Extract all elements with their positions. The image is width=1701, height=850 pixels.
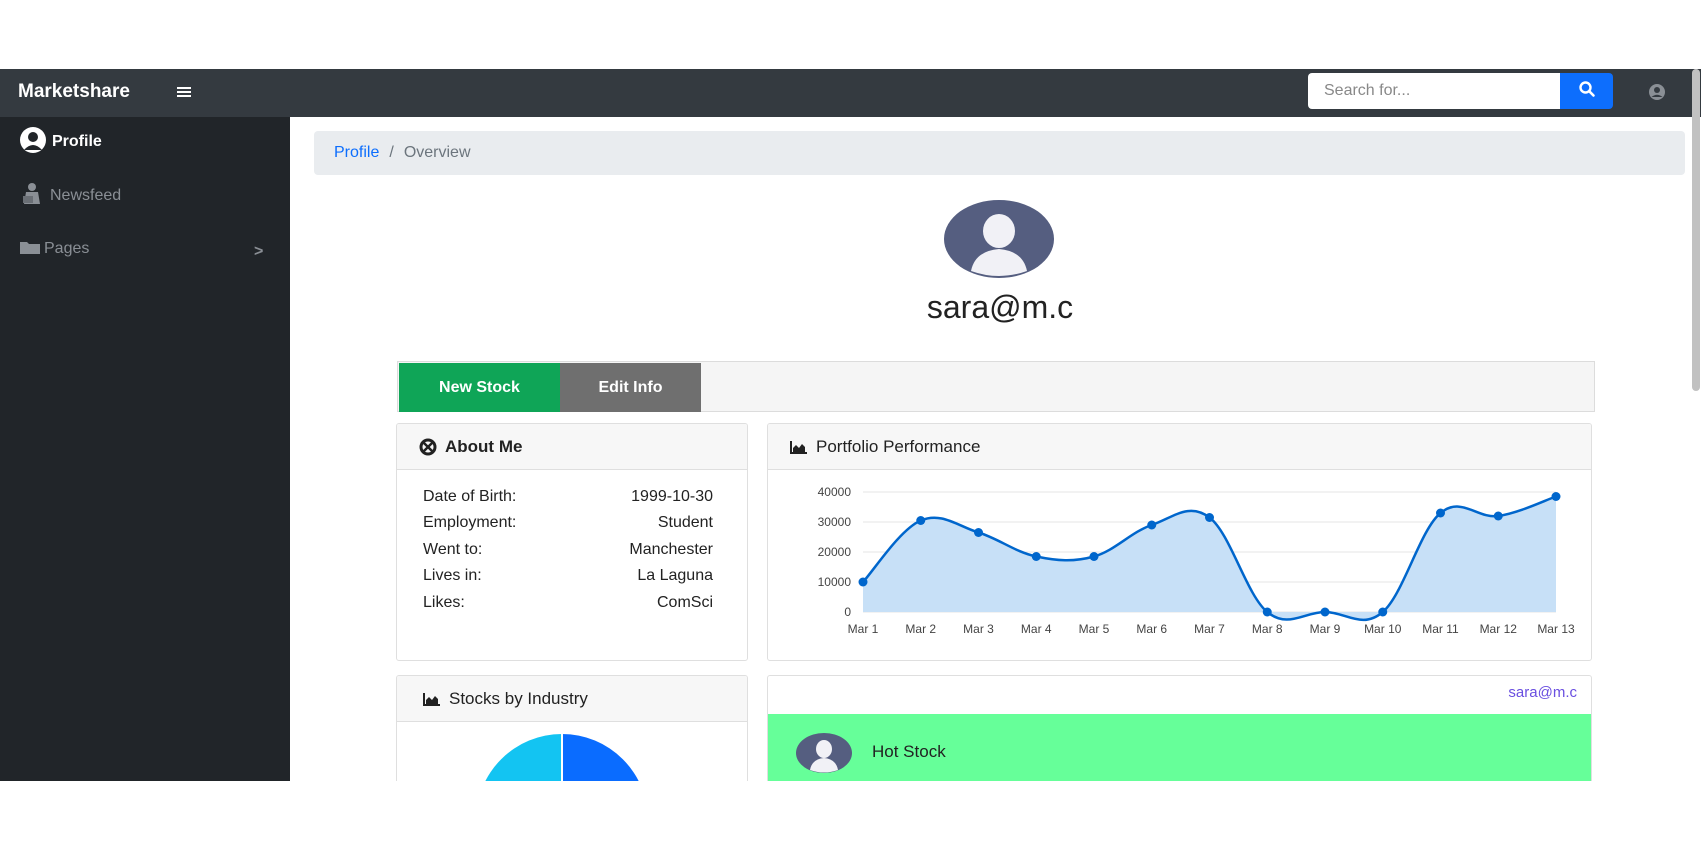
avatar [796,732,852,774]
search-button[interactable] [1560,73,1613,109]
user-account-icon[interactable] [1648,83,1666,101]
x-tick-label: Mar 3 [963,622,994,636]
hot-stock-banner: Hot Stock [768,714,1591,781]
x-tick-label: Mar 4 [1021,622,1052,636]
about-me-title: About Me [445,436,523,456]
x-tick-label: Mar 7 [1194,622,1225,636]
x-tick-label: Mar 5 [1079,622,1110,636]
about-row: Likes: ComSci [423,594,713,618]
stocks-by-industry-header: Stocks by Industry [397,676,747,722]
pie-slice [562,734,639,781]
about-row: Employment: Student [423,514,713,538]
x-tick-label: Mar 2 [905,622,936,636]
pie-slice [485,734,562,781]
profile-action-bar: New Stock Edit Info [397,361,1595,412]
user-circle-icon [18,126,52,159]
scrollbar[interactable] [1692,69,1700,391]
new-stock-button[interactable]: New Stock [399,363,560,412]
data-point [1493,511,1503,521]
x-tick-label: Mar 1 [848,622,879,636]
x-tick-label: Mar 11 [1422,622,1459,636]
industry-pie-chart [485,734,639,781]
search-icon [1578,80,1596,103]
brand-logo[interactable]: Marketshare [18,81,130,103]
y-tick-label: 20000 [818,545,852,559]
data-point [916,516,926,525]
top-navbar: Marketshare [0,69,1701,117]
about-row: Date of Birth: 1999-10-30 [423,488,713,512]
area-chart-icon [423,692,441,706]
sidebar-item-profile[interactable]: Profile [18,126,102,159]
x-tick-label: Mar 12 [1480,622,1518,636]
folder-icon [18,238,42,261]
area-chart-icon [790,440,808,454]
data-point [1551,492,1561,501]
about-value: 1999-10-30 [631,488,713,505]
data-point [974,528,983,537]
breadcrumb: Profile / Overview [314,131,1685,175]
about-value: La Laguna [637,567,713,584]
sidebar-item-newsfeed[interactable]: Newsfeed [18,181,121,211]
data-point [1205,513,1214,522]
portfolio-performance-title: Portfolio Performance [816,436,981,456]
portfolio-performance-card: Portfolio Performance 40000 30000 20000 100… [767,423,1592,661]
about-me-card: About Me Date of Birth: 1999-10-30 Emplo… [396,423,748,661]
post-author-link[interactable]: sara@m.c [1508,684,1577,701]
data-point [858,577,868,587]
data-point [1262,607,1272,617]
about-key: Date of Birth: [423,488,517,505]
about-key: Employment: [423,514,517,531]
y-tick-label: 30000 [818,515,852,529]
y-tick-label: 40000 [818,485,852,499]
profile-username: sara@m.c [926,289,1074,325]
sidebar-item-label: Newsfeed [50,187,122,204]
about-key: Lives in: [423,567,482,584]
about-value: Student [657,514,713,531]
data-point [1436,508,1445,518]
breadcrumb-current: Overview [403,144,471,161]
hot-stock-label: Hot Stock [872,742,946,761]
sidebar: Profile Newsfeed Pages > [0,117,290,781]
breadcrumb-separator: / [389,144,394,161]
x-tick-label: Mar 10 [1364,622,1402,636]
x-tick-label: Mar 6 [1136,622,1167,636]
portfolio-performance-chart: 40000 30000 20000 10000 0 Mar 1 Mar 2 Mar 3 Mar … [818,485,1575,636]
x-tick-label: Mar 9 [1310,622,1341,636]
sidebar-item-pages[interactable]: Pages [18,234,89,264]
about-key: Went to: [423,541,483,558]
about-me-header: About Me [397,424,747,470]
reader-icon [18,182,46,211]
x-tick-label: Mar 13 [1537,622,1575,636]
chevron-right-icon[interactable]: > [254,243,263,261]
newsfeed-post-card: sara@m.c Hot Stock [767,675,1592,781]
avatar [943,199,1055,279]
life-ring-icon [419,438,437,456]
data-point [1147,520,1157,530]
about-row: Lives in: La Laguna [423,567,713,591]
y-tick-label: 0 [844,605,851,619]
hamburger-menu-icon[interactable] [176,84,192,100]
about-value: Manchester [629,541,713,558]
y-tick-label: 10000 [818,575,852,589]
sidebar-item-label: Profile [52,133,102,150]
edit-info-button[interactable]: Edit Info [560,363,701,412]
data-point [1031,552,1041,561]
data-point [1089,552,1099,561]
app-window: Marketshare Profile Newsfeed [0,69,1701,781]
data-point [1320,607,1330,617]
data-point [1378,607,1388,617]
about-value: ComSci [656,594,713,611]
sidebar-item-label: Pages [44,240,90,257]
portfolio-performance-header: Portfolio Performance [768,424,1591,470]
about-row: Went to: Manchester [423,541,713,565]
stocks-by-industry-card: Stocks by Industry [396,675,748,781]
search-input[interactable] [1308,73,1560,109]
about-key: Likes: [423,594,465,611]
x-tick-label: Mar 8 [1252,622,1283,636]
stocks-by-industry-title: Stocks by Industry [449,688,588,708]
breadcrumb-link-profile[interactable]: Profile [334,144,379,162]
